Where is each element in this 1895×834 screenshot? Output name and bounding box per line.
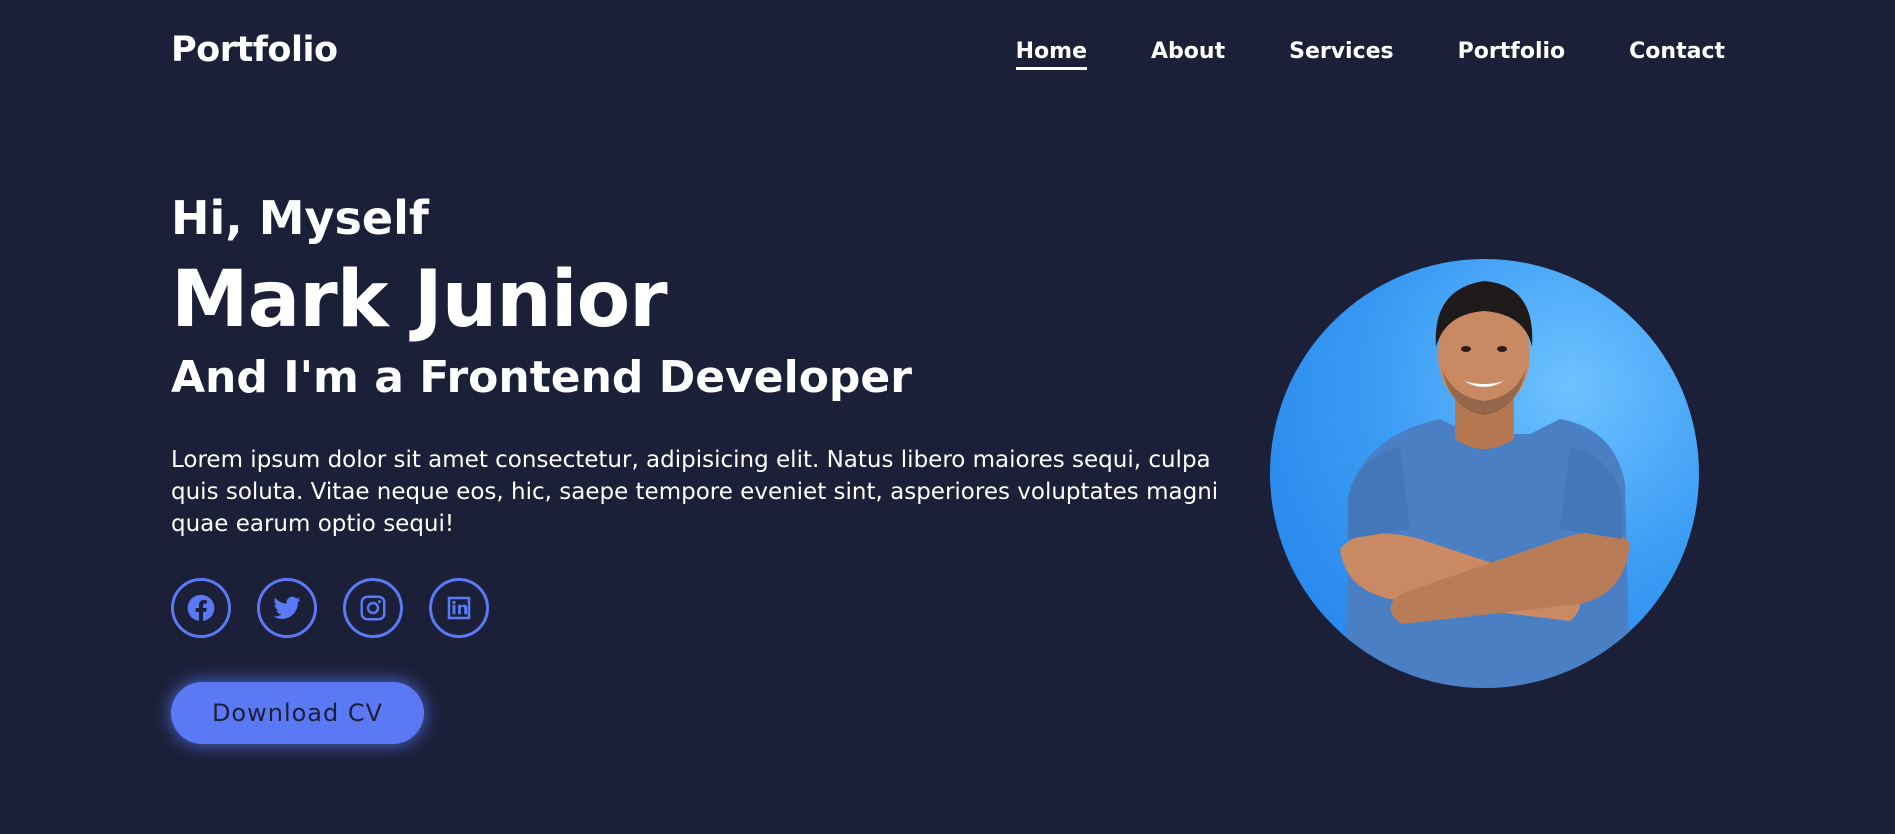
linkedin-link[interactable]: [429, 578, 489, 638]
download-cv-button[interactable]: Download CV: [171, 682, 424, 744]
nav-portfolio[interactable]: Portfolio: [1458, 39, 1566, 70]
instagram-icon: [360, 595, 386, 621]
twitter-link[interactable]: [257, 578, 317, 638]
twitter-icon: [273, 596, 301, 619]
hero-role: And I'm a Frontend Developer: [171, 352, 912, 403]
hero-description: Lorem ipsum dolor sit amet consectetur, …: [171, 447, 1219, 537]
person-illustration: [1340, 281, 1630, 688]
main-nav: Home About Services Portfolio Contact: [952, 39, 1725, 70]
site-logo[interactable]: Portfolio: [171, 30, 338, 70]
profile-photo: [1270, 259, 1699, 688]
facebook-icon: [187, 594, 215, 621]
nav-home[interactable]: Home: [1015, 39, 1088, 70]
hero-name: Mark Junior: [171, 255, 668, 345]
hero-section: Hi, Myself Mark Junior And I'm a Fronten…: [171, 190, 1251, 744]
nav-contact[interactable]: Contact: [1629, 39, 1725, 70]
facebook-link[interactable]: [171, 578, 231, 638]
social-links: [171, 578, 1251, 638]
nav-services[interactable]: Services: [1289, 39, 1394, 70]
nav-about[interactable]: About: [1151, 39, 1225, 70]
linkedin-icon: [447, 596, 471, 620]
hero-greeting: Hi, Myself: [171, 191, 429, 245]
instagram-link[interactable]: [343, 578, 403, 638]
